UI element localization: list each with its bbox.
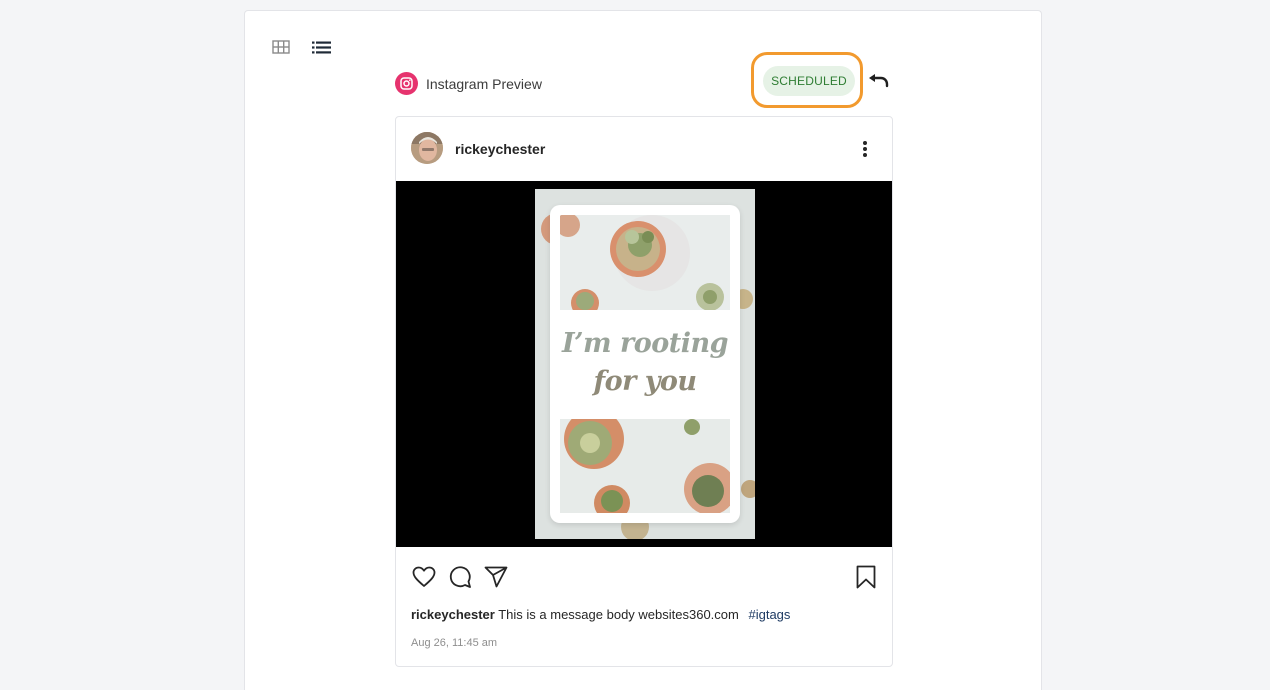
share-button[interactable] (483, 564, 509, 590)
post-actions (396, 547, 892, 605)
undo-button[interactable] (867, 71, 891, 93)
heart-icon (412, 566, 436, 587)
quote-line-2: for you (593, 366, 697, 397)
caption-text: This is a message body websites360.com (498, 607, 739, 622)
grid-view-button[interactable] (271, 39, 291, 55)
quote-line-1: I’m rooting (562, 328, 728, 359)
post-caption: rickeychester This is a message body web… (411, 607, 790, 622)
list-view-button[interactable] (311, 39, 331, 55)
caption-username[interactable]: rickeychester (411, 607, 495, 622)
send-icon (484, 566, 508, 588)
post-timestamp: Aug 26, 11:45 am (411, 637, 498, 649)
caption-hashtag[interactable]: #igtags (748, 607, 790, 622)
succulent-photo-top (560, 215, 730, 310)
like-button[interactable] (411, 564, 437, 590)
succulent-photo-bottom (560, 419, 730, 513)
post-image: I’m rooting for you (535, 189, 755, 539)
list-icon (311, 41, 331, 53)
quote-text: I’m rooting for you (550, 325, 740, 401)
preview-header: Instagram Preview SCHEDULED (395, 52, 893, 108)
comment-icon (449, 566, 471, 588)
comment-button[interactable] (447, 564, 473, 590)
view-toggle (271, 39, 331, 55)
grid-icon (272, 40, 290, 54)
post-media: I’m rooting for you (396, 181, 892, 547)
save-button[interactable] (853, 564, 879, 590)
preview-panel: Instagram Preview SCHEDULED rickeycheste… (244, 10, 1042, 690)
instagram-post-card: rickeychester I’m rooting for you rickey… (395, 116, 893, 667)
undo-icon (869, 74, 889, 88)
preview-label: Instagram Preview (426, 76, 542, 92)
post-username[interactable]: rickeychester (455, 141, 545, 157)
status-badge[interactable]: SCHEDULED (763, 66, 855, 96)
more-options-button[interactable] (860, 139, 870, 159)
quote-card: I’m rooting for you (550, 205, 740, 523)
post-header: rickeychester (396, 117, 892, 181)
avatar[interactable] (411, 132, 443, 164)
instagram-icon (395, 72, 418, 95)
more-vertical-icon (863, 141, 867, 157)
bookmark-icon (856, 565, 876, 589)
